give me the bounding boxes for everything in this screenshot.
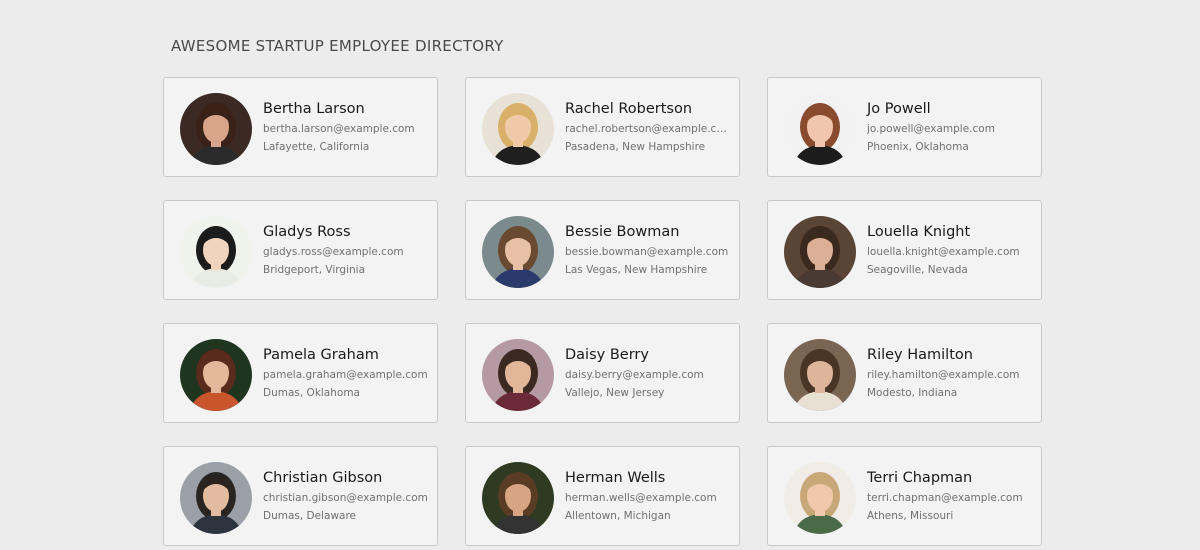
employee-card[interactable]: Pamela Graham pamela.graham@example.com …	[163, 323, 438, 423]
employee-avatar	[482, 462, 554, 534]
employee-name: Bertha Larson	[263, 101, 365, 117]
employee-email: rachel.robertson@example.com	[565, 123, 731, 135]
employee-avatar	[482, 339, 554, 411]
employee-email: terri.chapman@example.com	[867, 492, 1023, 504]
employee-info: Bertha Larson bertha.larson@example.com …	[263, 100, 429, 154]
employee-location: Dumas, Oklahoma	[263, 387, 360, 399]
employee-email: christian.gibson@example.com	[263, 492, 428, 504]
employee-card[interactable]: Jo Powell jo.powell@example.com Phoenix,…	[767, 77, 1042, 177]
employee-email: louella.knight@example.com	[867, 246, 1020, 258]
employee-name: Pamela Graham	[263, 347, 379, 363]
employee-location: Seagoville, Nevada	[867, 264, 968, 276]
employee-location: Modesto, Indiana	[867, 387, 958, 399]
employee-email: riley.hamilton@example.com	[867, 369, 1020, 381]
employee-card[interactable]: Bessie Bowman bessie.bowman@example.com …	[465, 200, 740, 300]
employee-info: Riley Hamilton riley.hamilton@example.co…	[867, 346, 1033, 400]
employee-info: Gladys Ross gladys.ross@example.com Brid…	[263, 223, 429, 277]
employee-location: Las Vegas, New Hampshire	[565, 264, 708, 276]
employee-card[interactable]: Riley Hamilton riley.hamilton@example.co…	[767, 323, 1042, 423]
employee-name: Louella Knight	[867, 224, 971, 240]
employee-email: herman.wells@example.com	[565, 492, 717, 504]
employee-avatar	[482, 216, 554, 288]
employee-card[interactable]: Terri Chapman terri.chapman@example.com …	[767, 446, 1042, 546]
employee-email: daisy.berry@example.com	[565, 369, 704, 381]
employee-info: Christian Gibson christian.gibson@exampl…	[263, 469, 429, 523]
employee-name: Riley Hamilton	[867, 347, 973, 363]
employee-avatar	[784, 462, 856, 534]
employee-location: Phoenix, Oklahoma	[867, 141, 969, 153]
employee-card[interactable]: Louella Knight louella.knight@example.co…	[767, 200, 1042, 300]
employee-location: Dumas, Delaware	[263, 510, 357, 522]
employee-info: Louella Knight louella.knight@example.co…	[867, 223, 1033, 277]
employee-card[interactable]: Bertha Larson bertha.larson@example.com …	[163, 77, 438, 177]
employee-name: Daisy Berry	[565, 347, 649, 363]
employee-card[interactable]: Daisy Berry daisy.berry@example.com Vall…	[465, 323, 740, 423]
employee-info: Terri Chapman terri.chapman@example.com …	[867, 469, 1033, 523]
employee-location: Lafayette, California	[263, 141, 370, 153]
employee-location: Allentown, Michigan	[565, 510, 671, 522]
employee-avatar	[180, 339, 252, 411]
employee-name: Christian Gibson	[263, 470, 383, 486]
employee-location: Pasadena, New Hampshire	[565, 141, 706, 153]
employee-info: Bessie Bowman bessie.bowman@example.com …	[565, 223, 731, 277]
page-title: AWESOME STARTUP EMPLOYEE DIRECTORY	[171, 37, 504, 55]
employee-name: Jo Powell	[867, 101, 931, 117]
employee-name: Rachel Robertson	[565, 101, 693, 117]
employee-avatar	[180, 216, 252, 288]
employee-email: pamela.graham@example.com	[263, 369, 428, 381]
employee-directory-page: AWESOME STARTUP EMPLOYEE DIRECTORY Berth…	[0, 0, 1200, 550]
employee-avatar	[482, 93, 554, 165]
employee-info: Herman Wells herman.wells@example.com Al…	[565, 469, 731, 523]
employee-email: bessie.bowman@example.com	[565, 246, 729, 258]
employee-info: Pamela Graham pamela.graham@example.com …	[263, 346, 429, 400]
employee-avatar	[784, 216, 856, 288]
employee-card[interactable]: Herman Wells herman.wells@example.com Al…	[465, 446, 740, 546]
employee-avatar	[180, 462, 252, 534]
employee-email: jo.powell@example.com	[867, 123, 995, 135]
employee-grid: Bertha Larson bertha.larson@example.com …	[163, 77, 1042, 546]
employee-card[interactable]: Rachel Robertson rachel.robertson@exampl…	[465, 77, 740, 177]
employee-name: Gladys Ross	[263, 224, 351, 240]
employee-email: bertha.larson@example.com	[263, 123, 415, 135]
employee-location: Athens, Missouri	[867, 510, 954, 522]
employee-info: Jo Powell jo.powell@example.com Phoenix,…	[867, 100, 1033, 154]
employee-name: Terri Chapman	[867, 470, 973, 486]
employee-email: gladys.ross@example.com	[263, 246, 404, 258]
employee-name: Herman Wells	[565, 470, 666, 486]
employee-info: Daisy Berry daisy.berry@example.com Vall…	[565, 346, 731, 400]
employee-location: Vallejo, New Jersey	[565, 387, 665, 399]
employee-card[interactable]: Gladys Ross gladys.ross@example.com Brid…	[163, 200, 438, 300]
employee-info: Rachel Robertson rachel.robertson@exampl…	[565, 100, 731, 154]
employee-avatar	[784, 93, 856, 165]
employee-avatar	[180, 93, 252, 165]
employee-location: Bridgeport, Virginia	[263, 264, 366, 276]
employee-avatar	[784, 339, 856, 411]
employee-card[interactable]: Christian Gibson christian.gibson@exampl…	[163, 446, 438, 546]
employee-name: Bessie Bowman	[565, 224, 680, 240]
